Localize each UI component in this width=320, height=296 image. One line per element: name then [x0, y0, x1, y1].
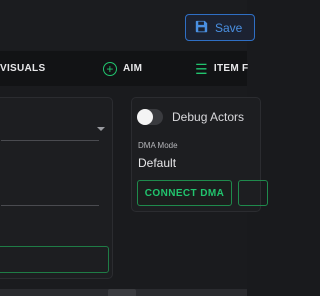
chevron-down-icon[interactable]: [97, 127, 105, 131]
tab-visuals-label: VISUALS: [0, 63, 46, 74]
secondary-button[interactable]: [238, 180, 268, 206]
tab-item[interactable]: ☰ ITEM F: [195, 51, 248, 86]
debug-actors-toggle[interactable]: [137, 109, 163, 125]
dma-settings-panel: Debug Actors DMA Mode Default CONNECT DM…: [131, 97, 268, 212]
dma-mode-label: DMA Mode: [138, 141, 178, 150]
input-underline[interactable]: [1, 205, 99, 206]
connect-dma-label: CONNECT DMA: [144, 187, 225, 199]
connect-dma-button[interactable]: CONNECT DMA: [137, 180, 232, 206]
debug-actors-label: Debug Actors: [172, 110, 245, 124]
save-button[interactable]: Save: [185, 14, 255, 41]
tab-aim[interactable]: + AIM: [103, 51, 142, 86]
tab-item-label: ITEM F: [213, 63, 249, 74]
nav-tabs: VISUALS + AIM ☰ ITEM F: [0, 51, 248, 86]
select-underline[interactable]: [1, 140, 99, 141]
save-button-label: Save: [215, 20, 243, 35]
tab-visuals[interactable]: VISUALS: [0, 51, 45, 86]
save-icon: [195, 20, 208, 36]
left-settings-panel: [0, 97, 113, 279]
plus-circle-icon: +: [103, 61, 117, 76]
bottom-handle[interactable]: [108, 289, 136, 296]
action-button[interactable]: [0, 246, 109, 273]
tab-aim-label: AIM: [123, 63, 143, 74]
app-window: Save VISUALS + AIM ☰ ITEM F Debug Actors…: [0, 0, 268, 296]
dma-mode-select[interactable]: Default: [138, 156, 176, 170]
checklist-icon: ☰: [195, 60, 208, 77]
top-header: Save: [0, 0, 255, 50]
toggle-knob: [137, 109, 153, 125]
